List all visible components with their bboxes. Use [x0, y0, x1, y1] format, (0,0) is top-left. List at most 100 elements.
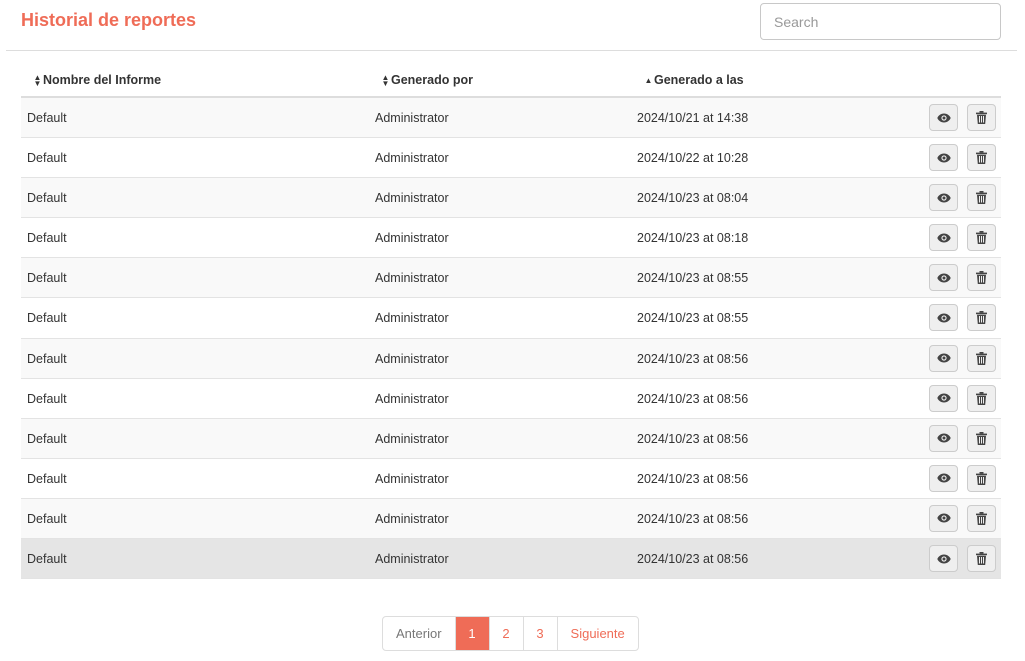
- previous-page-button[interactable]: Anterior: [383, 617, 455, 650]
- page-button-3[interactable]: 3: [522, 617, 557, 650]
- delete-report-button[interactable]: [967, 344, 996, 372]
- delete-report-button[interactable]: [967, 504, 996, 532]
- generated-at-cell: 2024/10/23 at 08:56: [637, 552, 749, 567]
- generated-by-cell: Administrator: [375, 191, 449, 206]
- header-divider: [6, 50, 1017, 51]
- eye-icon: [936, 353, 951, 363]
- trash-icon: [976, 231, 987, 245]
- report-name-cell: Default: [27, 231, 67, 246]
- table-row[interactable]: Default Administrator 2024/10/23 at 08:56: [21, 539, 1001, 580]
- table-row[interactable]: Default Administrator 2024/10/21 at 14:38: [21, 98, 1001, 139]
- table-row[interactable]: Default Administrator 2024/10/23 at 08:18: [21, 218, 1001, 259]
- view-report-button[interactable]: [929, 344, 958, 372]
- report-name-cell: Default: [27, 271, 67, 286]
- reports-table: ▲ ▼ Nombre del Informe ▲ ▼ Generado por ▲ Gen…: [21, 63, 1001, 580]
- generated-at-cell: 2024/10/21 at 14:38: [637, 111, 749, 125]
- sort-both-icon: ▲ ▼: [33, 72, 42, 88]
- report-name-cell: Default: [27, 351, 67, 366]
- report-name-cell: Default: [27, 431, 67, 446]
- view-report-button[interactable]: [929, 504, 958, 532]
- view-report-button[interactable]: [929, 545, 958, 573]
- delete-report-button[interactable]: [967, 104, 996, 131]
- report-name-cell: Default: [27, 111, 67, 125]
- next-page-button[interactable]: Siguiente: [556, 617, 638, 650]
- eye-icon: [936, 393, 951, 403]
- eye-icon: [936, 193, 951, 203]
- delete-report-button[interactable]: [967, 144, 996, 172]
- generated-at-cell: 2024/10/22 at 10:28: [637, 151, 749, 166]
- table-row[interactable]: Default Administrator 2024/10/23 at 08:04: [21, 178, 1001, 219]
- eye-icon: [936, 113, 951, 123]
- eye-icon: [936, 473, 951, 483]
- view-report-button[interactable]: [929, 184, 958, 212]
- column-header-label: Generado por: [391, 73, 473, 87]
- eye-icon: [936, 313, 951, 323]
- delete-report-button[interactable]: [967, 545, 996, 573]
- generated-at-cell: 2024/10/23 at 08:55: [637, 311, 749, 326]
- table-row[interactable]: Default Administrator 2024/10/23 at 08:56: [21, 458, 1001, 499]
- generated-at-cell: 2024/10/23 at 08:18: [637, 231, 749, 246]
- trash-icon: [976, 391, 987, 405]
- delete-report-button[interactable]: [967, 224, 996, 252]
- delete-report-button[interactable]: [967, 184, 996, 212]
- pagination: Anterior 1 2 3 Siguiente: [382, 616, 639, 651]
- generated-at-cell: 2024/10/23 at 08:56: [637, 391, 749, 406]
- generated-at-cell: 2024/10/23 at 08:56: [637, 351, 749, 366]
- delete-report-button[interactable]: [967, 264, 996, 292]
- generated-by-cell: Administrator: [375, 151, 449, 166]
- generated-by-cell: Administrator: [375, 231, 449, 246]
- view-report-button[interactable]: [929, 424, 958, 452]
- table-row[interactable]: Default Administrator 2024/10/23 at 08:55: [21, 258, 1001, 299]
- trash-icon: [976, 471, 987, 485]
- table-row[interactable]: Default Administrator 2024/10/22 at 10:28: [21, 138, 1001, 179]
- trash-icon: [976, 111, 987, 124]
- table-row[interactable]: Default Administrator 2024/10/23 at 08:56: [21, 498, 1001, 540]
- delete-report-button[interactable]: [967, 424, 996, 452]
- delete-report-button[interactable]: [967, 384, 996, 412]
- generated-at-cell: 2024/10/23 at 08:56: [637, 511, 749, 526]
- view-report-button[interactable]: [929, 304, 958, 332]
- generated-by-cell: Administrator: [375, 271, 449, 286]
- generated-by-cell: Administrator: [375, 471, 449, 486]
- generated-by-cell: Administrator: [375, 511, 449, 526]
- table-row[interactable]: Default Administrator 2024/10/23 at 08:56: [21, 338, 1001, 379]
- view-report-button[interactable]: [929, 384, 958, 412]
- trash-icon: [976, 552, 987, 566]
- sort-both-icon: ▲ ▼: [381, 72, 390, 88]
- view-report-button[interactable]: [929, 104, 958, 131]
- column-header-label: Nombre del Informe: [43, 73, 162, 87]
- report-name-cell: Default: [27, 391, 67, 406]
- eye-icon: [936, 433, 951, 443]
- view-report-button[interactable]: [929, 464, 958, 492]
- column-header-label: Generado a las: [654, 73, 744, 87]
- generated-by-cell: Administrator: [375, 351, 449, 366]
- generated-at-cell: 2024/10/23 at 08:56: [637, 431, 749, 446]
- table-row[interactable]: Default Administrator 2024/10/23 at 08:55: [21, 298, 1001, 339]
- trash-icon: [976, 151, 987, 165]
- search-input[interactable]: [760, 3, 1001, 40]
- eye-icon: [936, 554, 951, 564]
- column-header-generated-at[interactable]: ▲ Generado a las: [644, 73, 744, 87]
- generated-by-cell: Administrator: [375, 111, 449, 125]
- delete-report-button[interactable]: [967, 464, 996, 492]
- generated-by-cell: Administrator: [375, 391, 449, 406]
- page-button-2[interactable]: 2: [488, 617, 523, 650]
- view-report-button[interactable]: [929, 144, 958, 172]
- delete-report-button[interactable]: [967, 304, 996, 332]
- table-row[interactable]: Default Administrator 2024/10/23 at 08:56: [21, 378, 1001, 419]
- column-header-report-name[interactable]: ▲ ▼ Nombre del Informe: [33, 72, 162, 88]
- view-report-button[interactable]: [929, 264, 958, 292]
- page-title: Historial de reportes: [21, 10, 197, 30]
- eye-icon: [936, 273, 951, 283]
- view-report-button[interactable]: [929, 224, 958, 252]
- report-name-cell: Default: [27, 552, 67, 567]
- table-row[interactable]: Default Administrator 2024/10/23 at 08:56: [21, 418, 1001, 459]
- trash-icon: [976, 311, 987, 325]
- eye-icon: [936, 513, 951, 523]
- trash-icon: [976, 351, 987, 365]
- table-body: Default Administrator 2024/10/21 at 14:38 D…: [21, 98, 1001, 580]
- page-button-1[interactable]: 1: [454, 617, 489, 650]
- column-header-generated-by[interactable]: ▲ ▼ Generado por: [381, 73, 473, 87]
- report-name-cell: Default: [27, 471, 67, 486]
- trash-icon: [976, 271, 987, 285]
